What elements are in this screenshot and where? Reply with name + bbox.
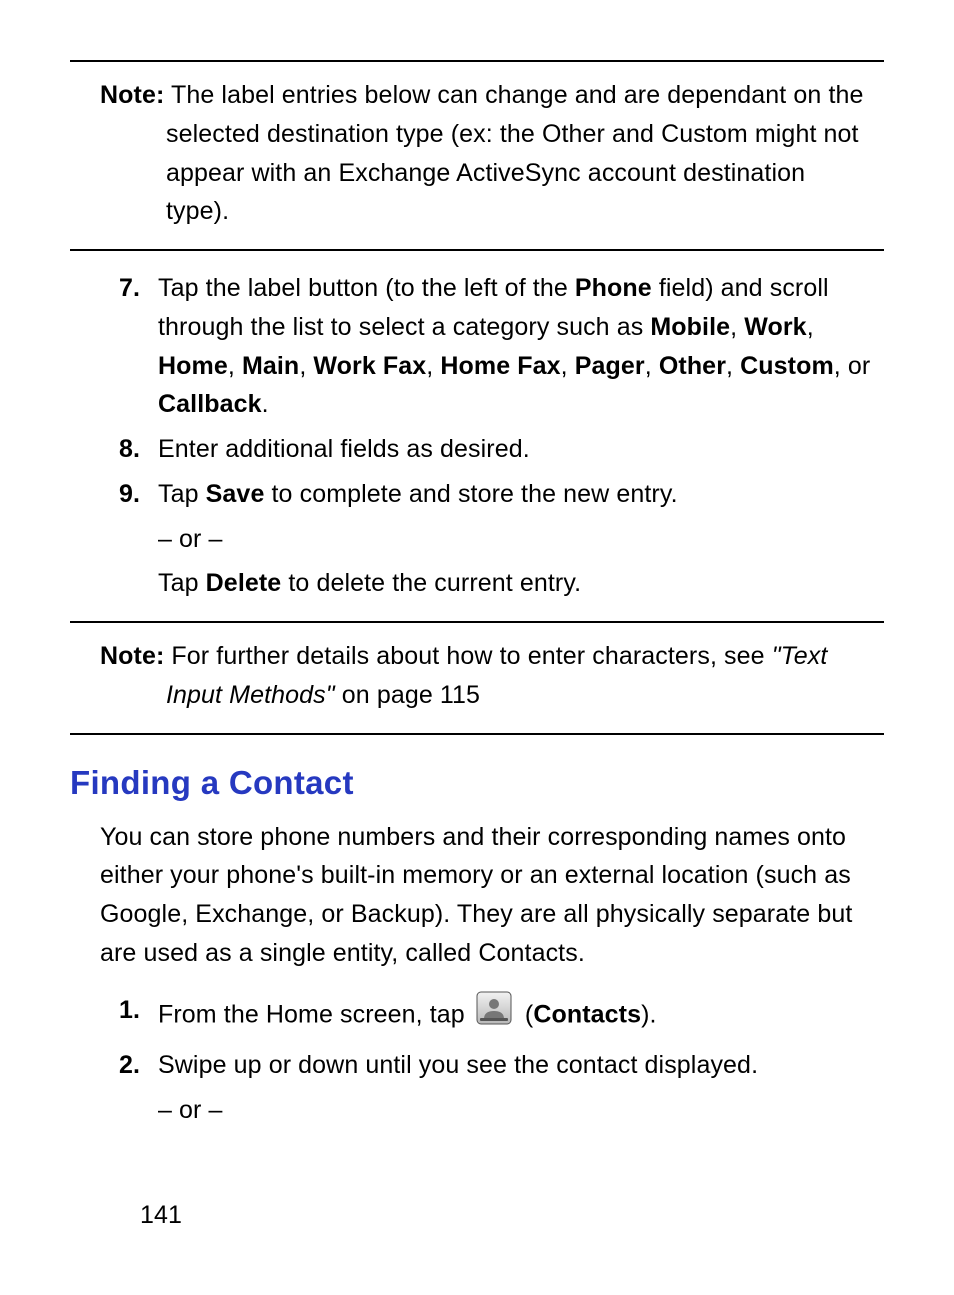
step-8-body: Enter additional fields as desired.: [158, 430, 884, 469]
document-page: Note: The label entries below can change…: [0, 0, 954, 1295]
note-block-2: Note: For further details about how to e…: [70, 623, 884, 733]
rule-after-note1: [70, 249, 884, 251]
rule-after-note2: [70, 733, 884, 735]
contacts-icon: [476, 991, 512, 1037]
step-2-number: 2.: [70, 1046, 158, 1130]
step-1: 1. From the Home screen, tap: [70, 991, 884, 1041]
step-9-number: 9.: [70, 475, 158, 603]
step-1-number: 1.: [70, 991, 158, 1041]
note-1-label: Note:: [100, 81, 164, 109]
step-7-body: Tap the label button (to the left of the…: [158, 269, 884, 424]
step-2-or: – or –: [158, 1091, 884, 1130]
note-2-text: Note: For further details about how to e…: [100, 637, 874, 715]
section-heading: Finding a Contact: [70, 757, 884, 808]
intro-paragraph: You can store phone numbers and their co…: [70, 818, 884, 973]
note-2-label: Note:: [100, 642, 164, 670]
note-block-1: Note: The label entries below can change…: [70, 62, 884, 249]
step-2: 2. Swipe up or down until you see the co…: [70, 1046, 884, 1130]
step-9-body: Tap Save to complete and store the new e…: [158, 475, 884, 603]
step-2-body: Swipe up or down until you see the conta…: [158, 1046, 884, 1130]
step-9: 9. Tap Save to complete and store the ne…: [70, 475, 884, 603]
steps-list-1: 7. Tap the label button (to the left of …: [70, 269, 884, 603]
step-7-number: 7.: [70, 269, 158, 424]
step-8: 8. Enter additional fields as desired.: [70, 430, 884, 469]
steps-list-2: 1. From the Home screen, tap: [70, 991, 884, 1130]
note-1-text: Note: The label entries below can change…: [100, 76, 874, 231]
step-1-body: From the Home screen, tap: [158, 991, 884, 1041]
step-9-or: – or –: [158, 520, 884, 559]
step-8-number: 8.: [70, 430, 158, 469]
step-7: 7. Tap the label button (to the left of …: [70, 269, 884, 424]
page-number: 141: [140, 1196, 182, 1235]
note-1-body: The label entries below can change and a…: [164, 81, 863, 225]
